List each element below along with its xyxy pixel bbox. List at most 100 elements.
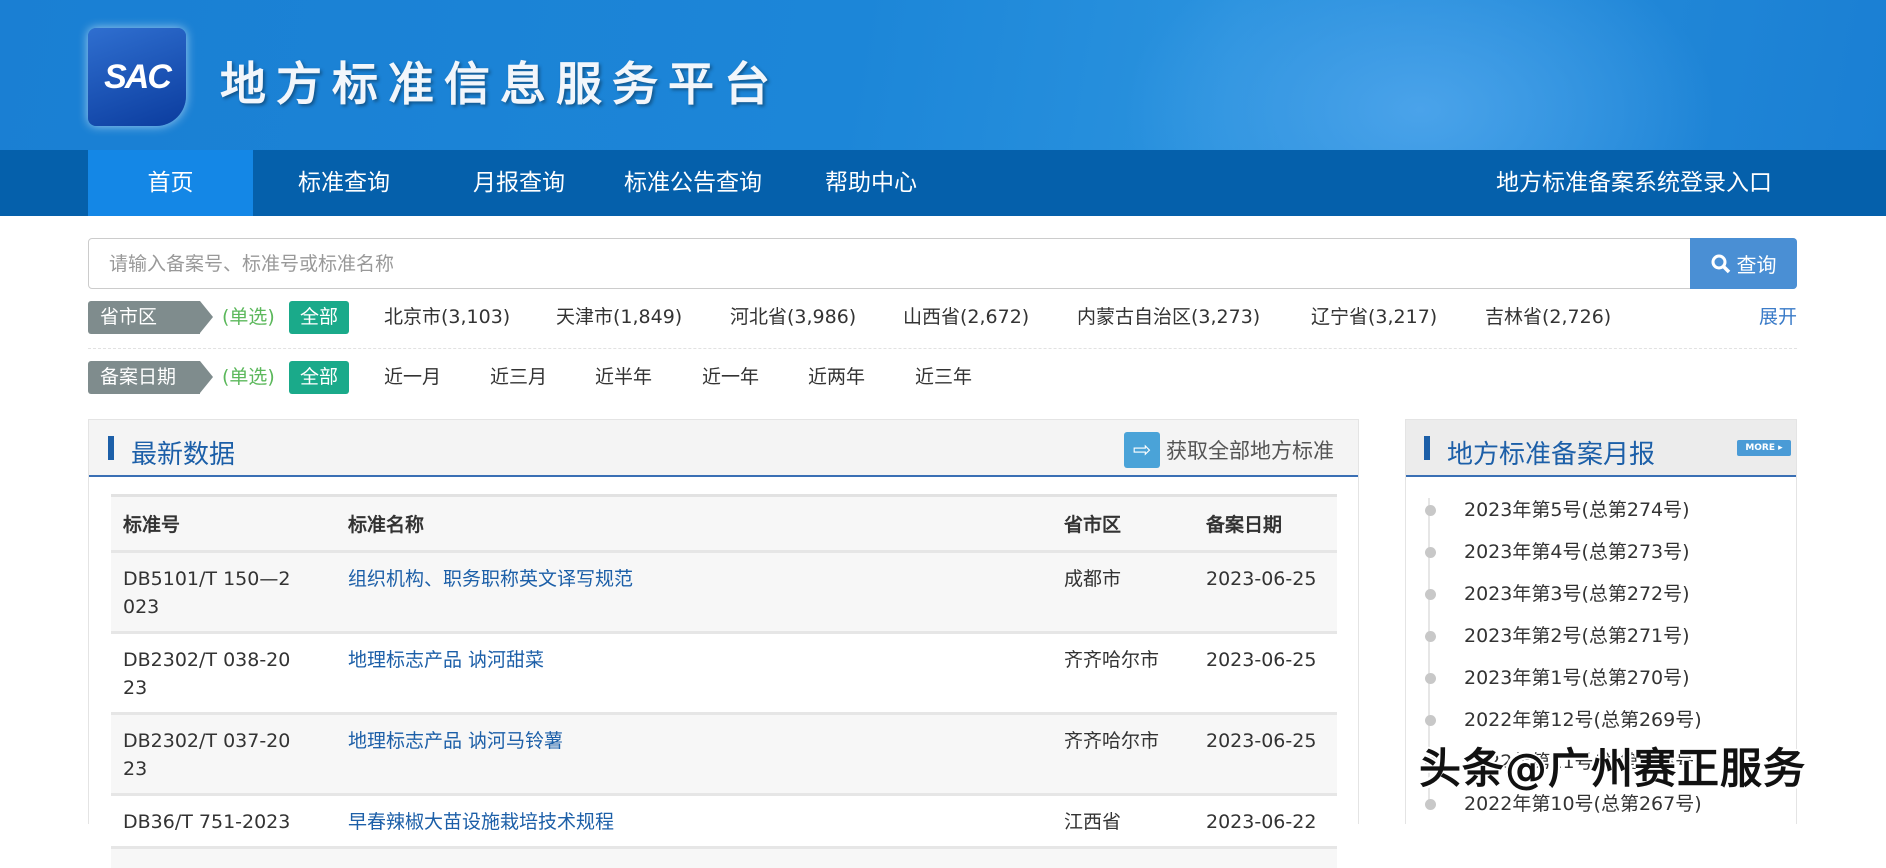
cell-text: DB2302/T 038-2023 [123,649,291,699]
panel-title: 最新数据 [131,440,236,470]
monthly-report-item[interactable]: 2023年第4号(总第273号) [1425,540,1690,564]
arrow-right-icon: ⇨ [1124,432,1160,468]
standard-name-link[interactable]: 地理标志产品 讷河甜菜 [348,649,544,671]
standard-name: 地理标志产品 讷河甜菜 [336,631,1052,714]
panel-header: 最新数据 ⇨ 获取全部地方标准 [89,420,1358,477]
filing-date: 2023-06-25 [1194,712,1337,795]
date-filter-label: 备案日期 [88,361,213,394]
date-option[interactable]: 近一年 [702,361,759,394]
more-button[interactable]: MORE ▸ [1737,440,1791,456]
nav-standard-query[interactable]: 标准查询 [298,150,390,216]
monthly-report-item[interactable]: 2022年第12号(总第269号) [1425,708,1702,732]
date-option[interactable]: 近一月 [384,361,441,394]
region-option[interactable]: 吉林省(2,726) [1485,301,1611,334]
standard-name: 早春辣椒大苗设施栽培技术规程 [336,793,1052,848]
column-header: 备案日期 [1194,494,1337,552]
standard-name: 地理标志产品 讷河马铃薯 [336,712,1052,795]
single-select-hint: (单选) [222,306,275,328]
filing-date: 2023-06-25 [1194,631,1337,714]
region-option[interactable]: 山西省(2,672) [903,301,1029,334]
table-row [111,846,1337,868]
sac-logo[interactable]: SAC [88,28,186,126]
filing-system-login-link[interactable]: 地方标准备案系统登录入口 [1496,150,1772,216]
nav-monthly-query[interactable]: 月报查询 [473,150,565,216]
get-all-standards-link[interactable]: ⇨ 获取全部地方标准 [1124,432,1334,468]
bullet-icon [1425,589,1436,600]
standard-number: DB36/T 751-2023 [111,793,336,848]
search-input[interactable] [89,239,1679,288]
region-filter-label: 省市区 [88,301,213,334]
filing-date: 2023-06-25 [1194,550,1337,633]
date-option[interactable]: 近两年 [808,361,865,394]
nav-help-center[interactable]: 帮助中心 [825,150,917,216]
date-filter: 备案日期 (单选) 全部 近一月 近三月 近半年 近一年 近两年 近三年 [88,361,1797,394]
column-header: 标准名称 [336,494,1052,552]
expand-link[interactable]: 展开 [1759,301,1797,334]
search-icon [1711,254,1730,273]
standard-name-link[interactable]: 组织机构、职务职称英文译写规范 [348,568,633,590]
column-header: 标准号 [111,494,336,552]
bullet-icon [1425,505,1436,516]
cell-text: 2023-06-25 [1206,568,1317,590]
region-option[interactable]: 河北省(3,986) [730,301,856,334]
region-filter: 省市区 (单选) 全部 北京市(3,103) 天津市(1,849) 河北省(3,… [88,301,1797,334]
region: 齐齐哈尔市 [1052,712,1194,795]
cell-text: 2023-06-22 [1206,811,1317,833]
monthly-report-item[interactable]: 2023年第3号(总第272号) [1425,582,1690,606]
site-title: 地方标准信息服务平台 [220,57,780,111]
column-header: 省市区 [1052,494,1194,552]
bullet-icon [1425,673,1436,684]
region: 成都市 [1052,550,1194,633]
latest-data-table: 标准号 标准名称 省市区 备案日期 DB5101/T 150—2023 组织机构、… [111,494,1337,868]
cell-text: 2023-06-25 [1206,649,1317,671]
monthly-report-item[interactable]: 2023年第5号(总第274号) [1425,498,1690,522]
bullet-icon [1425,547,1436,558]
cell-text: 2023-06-25 [1206,730,1317,752]
table-row: DB2302/T 038-2023 地理标志产品 讷河甜菜 齐齐哈尔市 2023-06… [111,631,1337,714]
table-row: DB36/T 751-2023 早春辣椒大苗设施栽培技术规程 江西省 2023-06-… [111,793,1337,848]
bullet-icon [1425,799,1436,810]
standard-name-link[interactable]: 地理标志产品 讷河马铃薯 [348,730,563,752]
standard-name-link[interactable]: 早春辣椒大苗设施栽培技术规程 [348,811,614,833]
latest-data-panel: 最新数据 ⇨ 获取全部地方标准 标准号 标准名称 省市区 备案日期 DB5101… [88,419,1359,868]
monthly-report-item[interactable]: 2023年第2号(总第271号) [1425,624,1690,648]
date-all-option[interactable]: 全部 [289,361,349,394]
standard-name: 组织机构、职务职称英文译写规范 [336,550,1052,633]
standard-number: DB5101/T 150—2023 [111,550,336,633]
panel-title: 地方标准备案月报 [1447,440,1656,470]
region-option[interactable]: 天津市(1,849) [556,301,682,334]
region: 齐齐哈尔市 [1052,631,1194,714]
table-row: DB5101/T 150—2023 组织机构、职务职称英文译写规范 成都市 2023-… [111,550,1337,633]
standard-number: DB2302/T 038-2023 [111,631,336,714]
standard-number: DB2302/T 037-2023 [111,712,336,795]
cell-text: 成都市 [1064,568,1122,590]
nav-home[interactable]: 首页 [88,150,253,216]
region-option[interactable]: 辽宁省(3,217) [1311,301,1437,334]
cell-text: 齐齐哈尔市 [1064,730,1160,752]
monthly-report-item[interactable]: 2023年第1号(总第270号) [1425,666,1690,690]
single-select-hint: (单选) [222,366,275,388]
region: 江西省 [1052,793,1194,848]
watermark: 头条@广州赛正服务 [1419,744,1807,793]
region-option[interactable]: 内蒙古自治区(3,273) [1077,301,1260,334]
divider [88,348,1797,349]
monthly-report-item[interactable]: 2022年第10号(总第267号) [1425,792,1702,816]
cell-text: DB2302/T 037-2023 [123,730,291,780]
cell-text: DB36/T 751-2023 [123,811,291,833]
search-bar: 查询 [88,238,1797,289]
cell-text: 江西省 [1064,811,1122,833]
table-row: DB2302/T 037-2023 地理标志产品 讷河马铃薯 齐齐哈尔市 2023-0… [111,712,1337,795]
cell-text: DB5101/T 150—2023 [123,568,291,618]
nav-announcement-query[interactable]: 标准公告查询 [624,150,762,216]
cell [111,846,1337,868]
main-nav: 首页 标准查询 月报查询 标准公告查询 帮助中心 地方标准备案系统登录入口 [0,150,1886,216]
date-option[interactable]: 近三年 [915,361,972,394]
region-option[interactable]: 北京市(3,103) [384,301,510,334]
region-all-option[interactable]: 全部 [289,301,349,334]
date-option[interactable]: 近三月 [490,361,547,394]
bullet-icon [1425,715,1436,726]
cell-text: 齐齐哈尔市 [1064,649,1160,671]
bullet-icon [1425,631,1436,642]
date-option[interactable]: 近半年 [595,361,652,394]
search-button[interactable]: 查询 [1690,238,1797,289]
